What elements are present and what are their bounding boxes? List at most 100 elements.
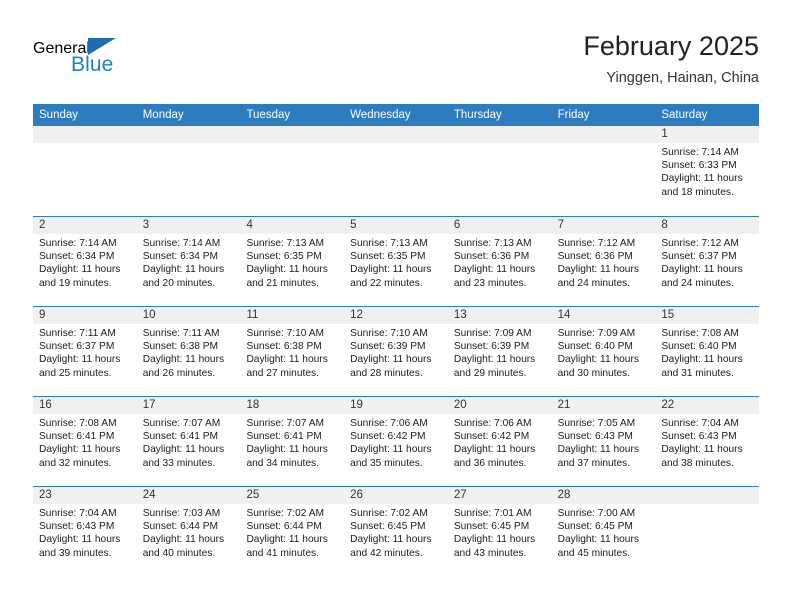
day-cell-7[interactable]: 7 Sunrise: 7:12 AM Sunset: 6:36 PM Daylight… bbox=[551, 217, 656, 306]
day-cell-4[interactable]: 4 Sunrise: 7:13 AM Sunset: 6:35 PM Daylight… bbox=[240, 217, 345, 306]
day-number: 21 bbox=[557, 399, 571, 411]
daylight-text: Daylight: 11 hours bbox=[350, 264, 432, 276]
daylight-text: Daylight: 11 hours bbox=[39, 264, 121, 276]
day-cell-2[interactable]: 2 Sunrise: 7:14 AM Sunset: 6:34 PM Daylight… bbox=[33, 217, 137, 306]
week-row: 16 Sunrise: 7:08 AM Sunset: 6:41 PM Dayligh… bbox=[33, 396, 760, 486]
sunrise-text: Sunrise: 7:04 AM bbox=[39, 508, 117, 519]
daylight-text: Daylight: 11 hours bbox=[39, 444, 121, 456]
day-cell-21[interactable]: 21 Sunrise: 7:05 AM Sunset: 6:43 PM Dayligh… bbox=[551, 397, 656, 486]
day-details: Sunrise: 7:02 AM Sunset: 6:44 PM Daylight:… bbox=[240, 504, 344, 560]
sunrise-text: Sunrise: 7:06 AM bbox=[453, 418, 532, 429]
day-details: Sunrise: 7:06 AM Sunset: 6:42 PM Daylight:… bbox=[344, 414, 448, 470]
day-number-band: 23 bbox=[33, 487, 137, 504]
sunset-text: Sunset: 6:34 PM bbox=[39, 251, 115, 263]
day-details: Sunrise: 7:11 AM Sunset: 6:38 PM Daylight:… bbox=[137, 324, 241, 380]
day-cell-15[interactable]: 15 Sunrise: 7:08 AM Sunset: 6:40 PM Dayligh… bbox=[655, 307, 760, 396]
day-cell-27[interactable]: 27 Sunrise: 7:01 AM Sunset: 6:45 PM Dayligh… bbox=[447, 487, 552, 576]
daylight-text: and 28 minutes. bbox=[350, 367, 423, 379]
sunset-text: Sunset: 6:39 PM bbox=[453, 341, 530, 353]
day-cell-13[interactable]: 13 Sunrise: 7:09 AM Sunset: 6:39 PM Dayligh… bbox=[447, 307, 552, 396]
sunrise-text: Sunrise: 7:07 AM bbox=[246, 418, 325, 429]
day-details: Sunrise: 7:02 AM Sunset: 6:45 PM Daylight:… bbox=[344, 504, 448, 560]
day-number-band: 22 bbox=[655, 397, 760, 414]
sunset-text: Sunset: 6:40 PM bbox=[661, 341, 737, 353]
daylight-text: Daylight: 11 hours bbox=[453, 534, 536, 546]
day-number: 24 bbox=[142, 489, 156, 501]
day-number-band: 10 bbox=[136, 307, 241, 324]
weekday-header-row: Sunday Monday Tuesday Wednesday Thursday Frid… bbox=[33, 104, 759, 126]
day-number: 6 bbox=[453, 219, 461, 231]
daylight-text: Daylight: 11 hours bbox=[39, 534, 121, 546]
week-row: 23 Sunrise: 7:04 AM Sunset: 6:43 PM Dayligh… bbox=[33, 486, 760, 576]
weekday-header-saturday: Saturday bbox=[661, 109, 708, 121]
sunrise-text: Sunrise: 7:02 AM bbox=[350, 508, 428, 519]
day-cell-16[interactable]: 16 Sunrise: 7:08 AM Sunset: 6:41 PM Dayligh… bbox=[33, 397, 137, 486]
day-cell-17[interactable]: 17 Sunrise: 7:07 AM Sunset: 6:41 PM Dayligh… bbox=[136, 397, 241, 486]
day-cell-5[interactable]: 5 Sunrise: 7:13 AM Sunset: 6:35 PM Daylight… bbox=[344, 217, 448, 306]
sunset-text: Sunset: 6:36 PM bbox=[557, 251, 633, 263]
day-cell-12[interactable]: 12 Sunrise: 7:10 AM Sunset: 6:39 PM Dayligh… bbox=[344, 307, 448, 396]
day-number-band: 17 bbox=[136, 397, 241, 414]
sunrise-text: Sunrise: 7:12 AM bbox=[557, 238, 636, 249]
sunset-text: Sunset: 6:37 PM bbox=[661, 251, 737, 263]
day-cell-empty bbox=[240, 126, 345, 216]
general-blue-logo[interactable]: General Blue bbox=[33, 36, 233, 75]
day-cell-empty bbox=[447, 126, 552, 216]
page-title: February 2025 bbox=[583, 31, 759, 61]
day-cell-25[interactable]: 25 Sunrise: 7:02 AM Sunset: 6:44 PM Dayligh… bbox=[240, 487, 345, 576]
day-cell-19[interactable]: 19 Sunrise: 7:06 AM Sunset: 6:42 PM Dayligh… bbox=[344, 397, 448, 486]
day-details: Sunrise: 7:08 AM Sunset: 6:40 PM Daylight:… bbox=[655, 324, 759, 380]
day-cell-11[interactable]: 11 Sunrise: 7:10 AM Sunset: 6:38 PM Dayligh… bbox=[240, 307, 345, 396]
day-cell-26[interactable]: 26 Sunrise: 7:02 AM Sunset: 6:45 PM Dayligh… bbox=[344, 487, 448, 576]
location-subtitle: Yinggen, Hainan, China bbox=[606, 70, 759, 86]
daylight-text: and 35 minutes. bbox=[350, 457, 423, 469]
day-number: 9 bbox=[39, 309, 46, 321]
daylight-text: and 19 minutes. bbox=[39, 277, 112, 289]
sunrise-text: Sunrise: 7:01 AM bbox=[453, 508, 532, 519]
day-number-band: 27 bbox=[447, 487, 552, 504]
day-number: 19 bbox=[350, 399, 363, 411]
day-cell-22[interactable]: 22 Sunrise: 7:04 AM Sunset: 6:43 PM Dayligh… bbox=[655, 397, 760, 486]
sunset-text: Sunset: 6:41 PM bbox=[246, 431, 322, 443]
day-number-band: 28 bbox=[551, 487, 656, 504]
day-details: Sunrise: 7:14 AM Sunset: 6:34 PM Daylight:… bbox=[137, 234, 241, 290]
day-cell-3[interactable]: 3 Sunrise: 7:14 AM Sunset: 6:34 PM Daylight… bbox=[136, 217, 241, 306]
daylight-text: Daylight: 11 hours bbox=[246, 534, 328, 546]
day-cell-23[interactable]: 23 Sunrise: 7:04 AM Sunset: 6:43 PM Dayligh… bbox=[33, 487, 137, 576]
day-number-band: 6 bbox=[447, 217, 552, 234]
day-cell-6[interactable]: 6 Sunrise: 7:13 AM Sunset: 6:36 PM Daylight… bbox=[447, 217, 552, 306]
daylight-text: and 36 minutes. bbox=[453, 457, 527, 469]
week-row: 2 Sunrise: 7:14 AM Sunset: 6:34 PM Daylight… bbox=[33, 216, 760, 306]
daylight-text: and 40 minutes. bbox=[142, 547, 216, 559]
day-details: Sunrise: 7:08 AM Sunset: 6:41 PM Daylight:… bbox=[33, 414, 137, 470]
day-cell-14[interactable]: 14 Sunrise: 7:09 AM Sunset: 6:40 PM Dayligh… bbox=[551, 307, 656, 396]
daylight-text: Daylight: 11 hours bbox=[661, 354, 743, 366]
day-number: 27 bbox=[453, 489, 467, 501]
day-number-band: 3 bbox=[136, 217, 241, 234]
day-cell-24[interactable]: 24 Sunrise: 7:03 AM Sunset: 6:44 PM Dayligh… bbox=[136, 487, 241, 576]
brand-word-blue: Blue bbox=[71, 53, 114, 76]
day-cell-9[interactable]: 9 Sunrise: 7:11 AM Sunset: 6:37 PM Daylight… bbox=[33, 307, 137, 396]
day-cell-8[interactable]: 8 Sunrise: 7:12 AM Sunset: 6:37 PM Daylight… bbox=[655, 217, 760, 306]
day-cell-20[interactable]: 20 Sunrise: 7:06 AM Sunset: 6:42 PM Dayligh… bbox=[447, 397, 552, 486]
day-cell-28[interactable]: 28 Sunrise: 7:00 AM Sunset: 6:45 PM Dayligh… bbox=[551, 487, 656, 576]
day-details: Sunrise: 7:05 AM Sunset: 6:43 PM Daylight:… bbox=[552, 414, 656, 470]
day-details: Sunrise: 7:12 AM Sunset: 6:37 PM Daylight:… bbox=[655, 234, 759, 290]
day-details: Sunrise: 7:14 AM Sunset: 6:33 PM Daylight:… bbox=[655, 143, 759, 199]
sunset-text: Sunset: 6:43 PM bbox=[661, 431, 737, 443]
day-cell-10[interactable]: 10 Sunrise: 7:11 AM Sunset: 6:38 PM Dayligh… bbox=[136, 307, 241, 396]
daylight-text: Daylight: 11 hours bbox=[246, 264, 328, 276]
daylight-text: Daylight: 11 hours bbox=[246, 444, 328, 456]
sunrise-text: Sunrise: 7:13 AM bbox=[246, 238, 325, 249]
day-number: 17 bbox=[142, 399, 156, 411]
sunrise-text: Sunrise: 7:06 AM bbox=[350, 418, 428, 429]
day-cell-18[interactable]: 18 Sunrise: 7:07 AM Sunset: 6:41 PM Dayligh… bbox=[240, 397, 345, 486]
day-cell-1[interactable]: 1 Sunrise: 7:14 AM Sunset: 6:33 PM Daylight… bbox=[655, 126, 760, 216]
day-cell-empty bbox=[136, 126, 241, 216]
sunset-text: Sunset: 6:40 PM bbox=[557, 341, 633, 353]
daylight-text: Daylight: 11 hours bbox=[661, 264, 743, 276]
blue-triangle-flag-icon bbox=[87, 38, 116, 55]
daylight-text: and 37 minutes. bbox=[557, 457, 631, 469]
sunrise-text: Sunrise: 7:11 AM bbox=[39, 328, 116, 339]
day-details: Sunrise: 7:14 AM Sunset: 6:34 PM Daylight:… bbox=[33, 234, 137, 290]
